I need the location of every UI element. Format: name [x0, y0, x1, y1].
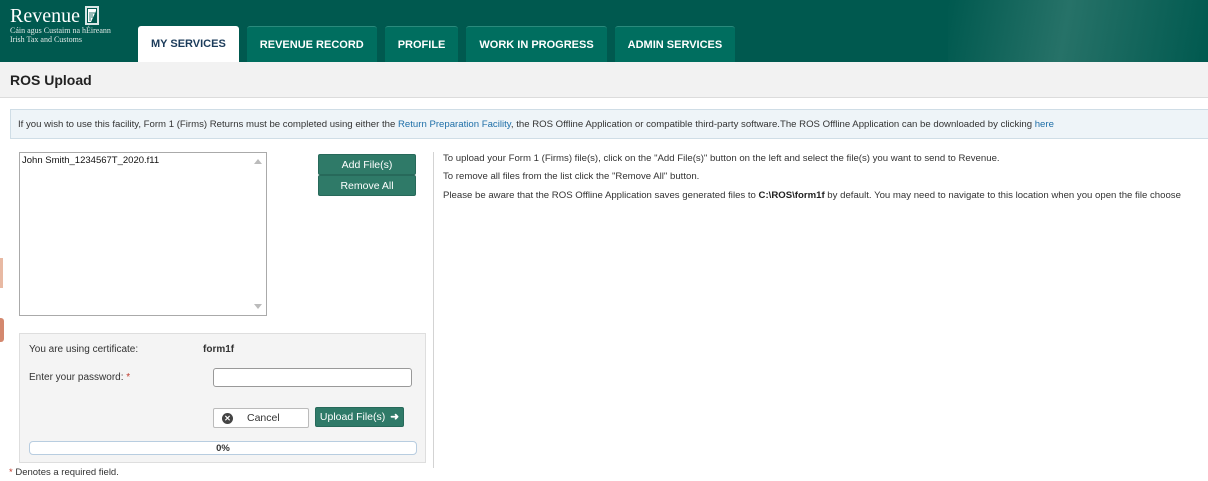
- close-circle-icon: ✕: [222, 412, 233, 424]
- tab-admin-services[interactable]: ADMIN SERVICES: [614, 26, 736, 62]
- required-field-note-text: Denotes a required field.: [12, 467, 119, 478]
- instruction-location: Please be aware that the ROS Offline App…: [443, 190, 1181, 201]
- upload-progress-text: 0%: [216, 443, 230, 454]
- certificate-label: You are using certificate:: [29, 344, 139, 355]
- download-here-link[interactable]: here: [1035, 119, 1054, 130]
- info-text-part1: If you wish to use this facility, Form 1…: [18, 119, 398, 130]
- tab-profile[interactable]: PROFILE: [384, 26, 459, 62]
- password-label: Enter your password: *: [29, 372, 130, 383]
- page-title: ROS Upload: [10, 72, 92, 88]
- edge-decoration: [0, 258, 3, 288]
- upload-files-label: Upload File(s): [319, 411, 386, 423]
- arrow-right-icon: ➜: [390, 411, 400, 423]
- certificate-value: form1f: [203, 344, 235, 355]
- site-header: Revenue Cáin agus Custaim na hÉireann Ir…: [0, 0, 1208, 62]
- required-mark: *: [126, 372, 131, 383]
- edge-decoration: [0, 318, 4, 342]
- password-label-text: Enter your password:: [29, 372, 127, 383]
- default-path: C:\ROS\form1f: [758, 190, 825, 201]
- revenue-logo[interactable]: Revenue Cáin agus Custaim na hÉireann Ir…: [10, 6, 130, 44]
- required-field-note: * Denotes a required field.: [9, 467, 119, 478]
- tab-revenue-record[interactable]: REVENUE RECORD: [246, 26, 377, 62]
- instruction-location-post: by default. You may need to navigate to …: [824, 190, 1181, 201]
- scroll-up-arrow-icon[interactable]: [254, 159, 262, 164]
- file-list[interactable]: John Smith_1234567T_2020.f11: [19, 152, 267, 316]
- upload-files-button[interactable]: Upload File(s) ➜: [315, 407, 404, 427]
- cancel-button[interactable]: ✕ Cancel: [213, 408, 309, 428]
- file-list-item[interactable]: John Smith_1234567T_2020.f11: [22, 155, 159, 166]
- upload-progress-bar: 0%: [29, 441, 417, 455]
- info-text: If you wish to use this facility, Form 1…: [18, 119, 1054, 130]
- cancel-button-label: Cancel: [247, 412, 280, 424]
- logo-subtitle-english: Irish Tax and Customs: [10, 35, 82, 44]
- column-divider: [433, 152, 434, 468]
- info-text-part2: , the ROS Offline Application or compati…: [510, 119, 1035, 130]
- page-title-bar: ROS Upload: [0, 62, 1208, 98]
- instruction-upload: To upload your Form 1 (Firms) file(s), c…: [443, 153, 1000, 164]
- instruction-remove: To remove all files from the list click …: [443, 171, 700, 182]
- logo-subtitle-irish: Cáin agus Custaim na hÉireann: [10, 26, 111, 35]
- info-notice: If you wish to use this facility, Form 1…: [10, 109, 1208, 139]
- file-list-scrollbar[interactable]: [250, 153, 266, 315]
- tab-work-in-progress[interactable]: WORK IN PROGRESS: [466, 26, 607, 62]
- instruction-location-pre: Please be aware that the ROS Offline App…: [443, 190, 759, 201]
- remove-all-button[interactable]: Remove All: [318, 175, 416, 196]
- certificate-panel: You are using certificate: form1f Enter …: [19, 333, 426, 463]
- logo-name: Revenue: [10, 5, 80, 27]
- main-nav-tabs: MY SERVICES REVENUE RECORD PROFILE WORK …: [138, 26, 743, 62]
- password-input[interactable]: [213, 368, 412, 387]
- harp-icon: [84, 6, 99, 25]
- tab-my-services[interactable]: MY SERVICES: [138, 26, 239, 62]
- scroll-down-arrow-icon[interactable]: [254, 304, 262, 309]
- add-files-button[interactable]: Add File(s): [318, 154, 416, 175]
- return-preparation-facility-link[interactable]: Return Preparation Facility: [398, 119, 511, 130]
